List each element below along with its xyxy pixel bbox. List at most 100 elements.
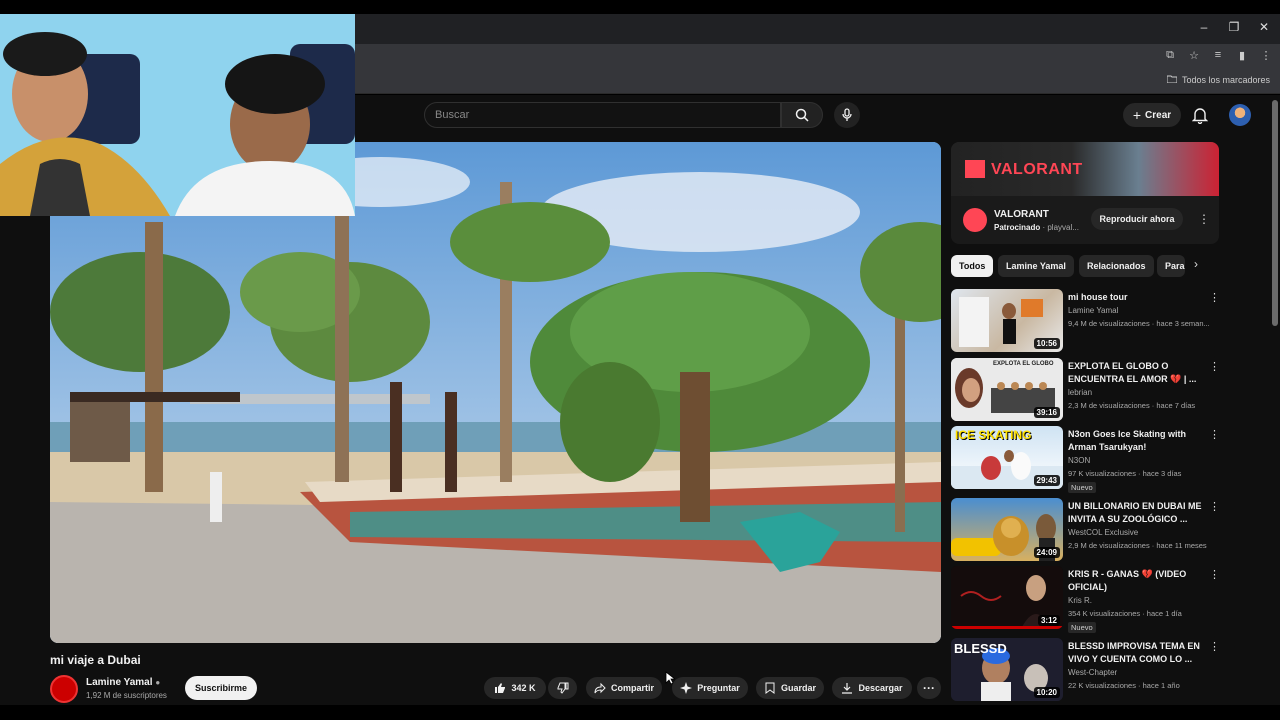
thumbnail-text: ICE SKATING xyxy=(955,428,1032,442)
folder-icon xyxy=(1166,75,1178,85)
close-window-icon[interactable]: ✕ xyxy=(1255,20,1273,34)
video-thumbnail[interactable]: BLESSD 10:20 xyxy=(951,638,1063,701)
ask-label: Preguntar xyxy=(697,683,740,693)
verified-icon: ● xyxy=(155,678,161,687)
video-thumbnail[interactable]: 3:12 xyxy=(951,566,1063,629)
chevron-right-icon[interactable]: › xyxy=(1194,257,1198,271)
video-duration: 3:12 xyxy=(1037,615,1060,626)
sparkle-icon xyxy=(680,682,693,694)
list-item[interactable]: BLESSD 10:20 BLESSD IMPROVISA TEMA EN VI… xyxy=(951,638,1221,702)
channel-name: lebrian xyxy=(1068,388,1093,397)
thumbnail-text: BLESSD xyxy=(954,641,1007,656)
ad-channel-icon xyxy=(963,208,987,232)
more-vertical-icon[interactable]: ⋮ xyxy=(1209,428,1220,441)
more-vertical-icon[interactable]: ⋮ xyxy=(1209,500,1220,513)
list-item[interactable]: ICE SKATING 29:43 N3on Goes Ice Skating … xyxy=(951,426,1221,493)
video-meta: 2,9 M de visualizaciones · hace 11 meses xyxy=(1068,541,1207,550)
more-vertical-icon[interactable]: ⋮ xyxy=(1209,640,1220,653)
microphone-icon xyxy=(842,108,852,121)
mouse-cursor-icon xyxy=(665,671,677,690)
more-vertical-icon[interactable]: ⋮ xyxy=(1209,291,1220,304)
video-player[interactable] xyxy=(50,142,941,643)
more-vertical-icon[interactable]: ⋮ xyxy=(1209,360,1220,373)
save-button[interactable]: Guardar xyxy=(756,677,824,699)
video-meta: 22 K visualizaciones · hace 1 año xyxy=(1068,681,1180,690)
download-label: Descargar xyxy=(858,683,903,693)
thumbs-down-icon xyxy=(557,682,568,694)
chip-related[interactable]: Relacionados xyxy=(1079,255,1154,277)
bell-icon xyxy=(1191,108,1209,125)
more-vertical-icon[interactable]: ⋮ xyxy=(1209,568,1220,581)
search-input[interactable]: Buscar xyxy=(424,102,781,128)
more-horizontal-icon: ··· xyxy=(923,681,935,695)
sponsored-ad[interactable]: VALORANT VALORANT Patrocinado · playval.… xyxy=(951,142,1219,244)
chip-lamine-yamal[interactable]: Lamine Yamal xyxy=(998,255,1074,277)
download-button[interactable]: Descargar xyxy=(832,677,912,699)
all-bookmarks-button[interactable]: Todos los marcadores xyxy=(1166,75,1270,85)
channel-name: WestCOL Exclusive xyxy=(1068,528,1139,537)
notifications-button[interactable] xyxy=(1191,106,1209,129)
like-button[interactable]: 342 K xyxy=(484,677,546,699)
video-title: KRIS R - GANAS 💔 (VIDEO OFICIAL) xyxy=(1068,569,1187,592)
sponsored-label: Patrocinado xyxy=(994,223,1041,232)
download-icon xyxy=(842,683,853,694)
webcam-image xyxy=(0,14,355,216)
screen-cast-icon[interactable]: ⧉ xyxy=(1164,49,1176,62)
ad-play-now-button[interactable]: Reproducir ahora xyxy=(1091,208,1183,230)
new-badge: Nuevo xyxy=(1068,622,1096,633)
scrollbar-thumb[interactable] xyxy=(1272,100,1278,326)
video-thumbnail[interactable]: 24:09 xyxy=(951,498,1063,561)
video-title: BLESSD IMPROVISA TEMA EN VIVO Y CUENTA C… xyxy=(1068,641,1200,664)
create-label: Crear xyxy=(1145,109,1172,121)
ad-more-icon[interactable]: ⋮ xyxy=(1198,212,1210,226)
video-frame xyxy=(50,142,941,643)
ask-button[interactable]: Preguntar xyxy=(672,677,748,699)
list-item[interactable]: EXPLOTA EL GLOBO 39:16 EXPLOTA EL GLOBO … xyxy=(951,358,1221,422)
subscribe-button[interactable]: Suscribirme xyxy=(185,676,257,700)
bookmark-icon xyxy=(765,682,775,694)
like-count: 342 K xyxy=(511,683,536,693)
ad-domain: playval... xyxy=(1047,223,1079,232)
video-thumbnail[interactable]: EXPLOTA EL GLOBO 39:16 xyxy=(951,358,1063,421)
channel-name: Lamine Yamal xyxy=(1068,306,1119,315)
valorant-logo-icon xyxy=(965,160,985,178)
video-meta: 9,4 M de visualizaciones · hace 3 seman.… xyxy=(1068,319,1210,328)
share-icon xyxy=(594,682,606,694)
share-button[interactable]: Compartir xyxy=(586,677,662,699)
chip-all[interactable]: Todos xyxy=(951,255,994,277)
media-control-icon[interactable]: ≡ xyxy=(1212,49,1224,62)
ad-sponsor-line: Patrocinado · playval... xyxy=(994,223,1079,232)
video-thumbnail[interactable]: ICE SKATING 29:43 xyxy=(951,426,1063,489)
minimize-icon[interactable]: – xyxy=(1195,20,1213,34)
search-button[interactable] xyxy=(781,102,823,128)
ad-banner-text: VALORANT xyxy=(991,161,1083,178)
account-avatar[interactable] xyxy=(1229,104,1251,126)
bookmark-star-icon[interactable]: ☆ xyxy=(1188,49,1200,62)
video-duration: 39:16 xyxy=(1033,407,1060,418)
maximize-icon[interactable]: ❐ xyxy=(1225,20,1243,34)
ad-banner[interactable]: VALORANT xyxy=(951,142,1219,196)
channel-avatar[interactable] xyxy=(50,675,78,703)
list-item[interactable]: 10:56 mi house tour Lamine Yamal 9,4 M d… xyxy=(951,289,1221,353)
more-actions-button[interactable]: ··· xyxy=(917,677,941,699)
voice-search-button[interactable] xyxy=(834,102,860,128)
browser-toolbar-icons: ⧉ ☆ ≡ ▮ ⋮ xyxy=(1164,49,1272,62)
new-badge: Nuevo xyxy=(1068,482,1096,493)
channel-name: West-Chapter xyxy=(1068,668,1118,677)
share-label: Compartir xyxy=(610,683,654,693)
channel-name[interactable]: Lamine Yamal ● xyxy=(86,677,160,688)
video-thumbnail[interactable]: 10:56 xyxy=(951,289,1063,352)
video-title: UN BILLONARIO EN DUBAI ME INVITA A SU ZO… xyxy=(1068,501,1202,524)
video-meta: 2,3 M de visualizaciones · hace 7 días xyxy=(1068,401,1196,410)
browser-menu-icon[interactable]: ⋮ xyxy=(1260,49,1272,62)
video-duration: 24:09 xyxy=(1033,547,1060,558)
profile-icon[interactable]: ▮ xyxy=(1236,49,1248,62)
chip-for-you[interactable]: Para xyxy=(1157,255,1185,277)
channel-name-text: Lamine Yamal xyxy=(86,677,153,688)
dislike-button[interactable] xyxy=(548,677,577,699)
create-button[interactable]: + Crear xyxy=(1123,103,1181,127)
list-item[interactable]: 24:09 UN BILLONARIO EN DUBAI ME INVITA A… xyxy=(951,498,1221,562)
all-bookmarks-label: Todos los marcadores xyxy=(1181,75,1270,85)
list-item[interactable]: 3:12 KRIS R - GANAS 💔 (VIDEO OFICIAL) Kr… xyxy=(951,566,1221,633)
video-duration: 29:43 xyxy=(1033,475,1060,486)
